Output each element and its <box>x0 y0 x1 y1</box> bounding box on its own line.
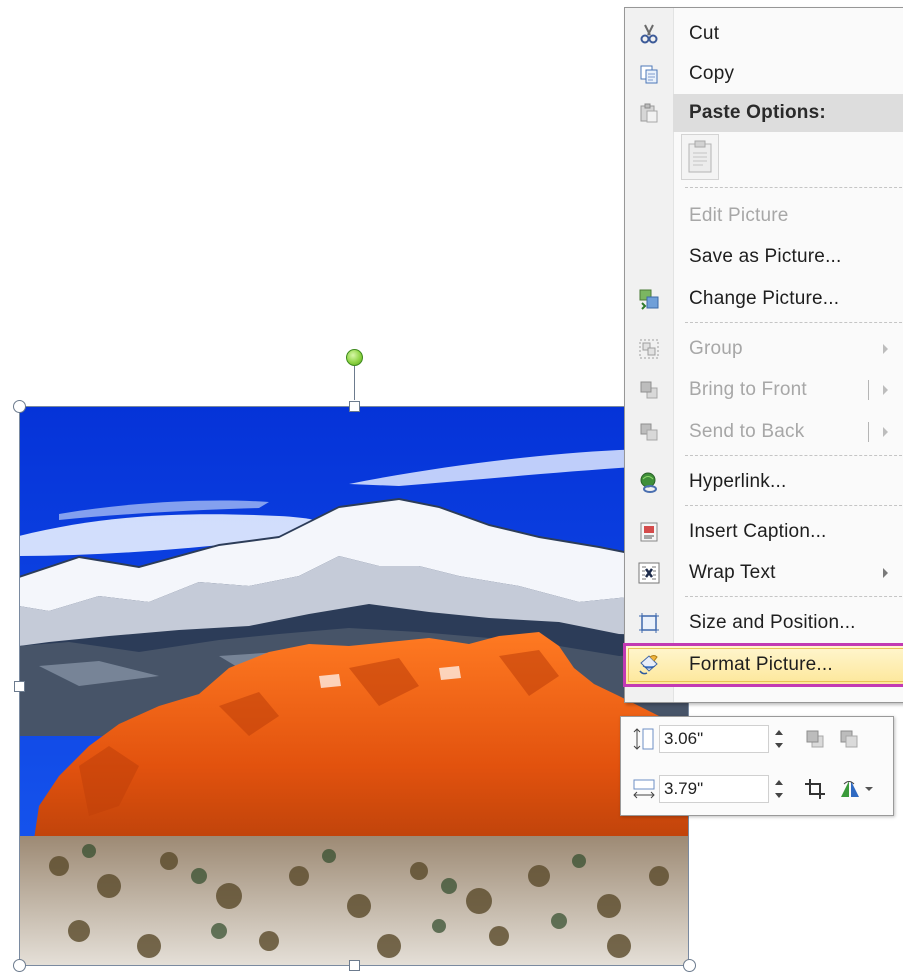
shape-width-input[interactable] <box>659 775 769 803</box>
menu-item-label: Send to Back <box>689 421 805 442</box>
paste-keep-format-button[interactable] <box>681 134 719 180</box>
menu-separator <box>685 596 903 597</box>
split-divider <box>868 380 869 400</box>
menu-item-copy[interactable]: Copy <box>625 54 903 94</box>
shape-width-icon <box>631 777 657 801</box>
crop-button[interactable] <box>801 775 829 803</box>
hyperlink-icon <box>637 470 661 494</box>
menu-item-wrap-text[interactable]: Wrap Text <box>625 553 903 593</box>
menu-item-edit-picture[interactable]: Edit Picture <box>625 196 903 236</box>
selected-picture[interactable] <box>19 406 689 966</box>
insert-caption-icon <box>637 520 661 544</box>
menu-item-label: Group <box>689 338 743 359</box>
paste-icon <box>637 101 661 125</box>
bring-to-front-icon <box>637 378 661 402</box>
menu-item-label: Cut <box>689 23 720 44</box>
menu-item-size-and-position[interactable]: Size and Position... <box>625 603 903 643</box>
menu-item-label: Format Picture... <box>689 654 833 675</box>
shape-height-control <box>631 721 795 757</box>
resize-handle-bottom-left[interactable] <box>13 959 26 972</box>
menu-item-send-to-back[interactable]: Send to Back <box>625 412 903 452</box>
menu-separator <box>685 455 903 456</box>
menu-item-label: Wrap Text <box>689 562 776 583</box>
dropdown-arrow-icon <box>865 787 873 791</box>
menu-item-change-picture[interactable]: Change Picture... <box>625 279 903 319</box>
send-to-back-icon <box>637 420 661 444</box>
menu-header-paste-options: Paste Options: <box>625 94 903 132</box>
shape-height-icon <box>631 727 657 751</box>
send-backward-button[interactable] <box>835 725 863 753</box>
size-position-icon <box>637 611 661 635</box>
format-picture-icon <box>637 653 661 677</box>
group-icon <box>637 337 661 361</box>
menu-item-hyperlink[interactable]: Hyperlink... <box>625 462 903 502</box>
menu-item-label: Insert Caption... <box>689 521 827 542</box>
shape-width-spinner[interactable] <box>773 776 785 802</box>
split-divider <box>868 422 869 442</box>
menu-separator <box>685 322 903 323</box>
paste-clipboard-icon <box>688 140 712 173</box>
context-menu: Cut Copy Paste Options: Edit Picture Sav… <box>623 7 903 703</box>
send-backward-icon <box>840 730 858 748</box>
menu-item-label: Change Picture... <box>689 288 840 309</box>
resize-handle-bottom[interactable] <box>349 960 360 971</box>
menu-item-label: Hyperlink... <box>689 471 787 492</box>
mini-toolbar <box>620 716 894 816</box>
rotate-handle-stem <box>354 366 355 400</box>
submenu-arrow-icon <box>883 568 888 578</box>
crop-icon <box>805 779 825 799</box>
resize-handle-top[interactable] <box>349 401 360 412</box>
bring-forward-button[interactable] <box>801 725 829 753</box>
menu-item-bring-to-front[interactable]: Bring to Front <box>625 370 903 410</box>
menu-item-label: Edit Picture <box>689 205 789 226</box>
resize-handle-left[interactable] <box>14 681 25 692</box>
menu-item-label: Copy <box>689 63 735 84</box>
menu-header-label: Paste Options: <box>689 102 826 123</box>
menu-separator <box>685 505 903 506</box>
menu-item-insert-caption[interactable]: Insert Caption... <box>625 512 903 552</box>
landscape-image <box>19 406 689 966</box>
menu-item-cut[interactable]: Cut <box>625 14 903 54</box>
menu-item-label: Bring to Front <box>689 379 807 400</box>
shape-height-input[interactable] <box>659 725 769 753</box>
rotate-icon <box>841 781 859 797</box>
paste-options-header-bar: Paste Options: <box>673 94 903 132</box>
rotate-handle[interactable] <box>346 349 363 366</box>
shape-width-control <box>631 771 795 807</box>
menu-separator <box>685 187 903 188</box>
shape-height-spinner[interactable] <box>773 726 785 752</box>
wrap-text-icon <box>637 561 661 585</box>
menu-item-group[interactable]: Group <box>625 329 903 369</box>
bring-forward-icon <box>806 730 824 748</box>
menu-item-label: Size and Position... <box>689 612 856 633</box>
resize-handle-bottom-right[interactable] <box>683 959 696 972</box>
change-picture-icon <box>637 287 661 311</box>
resize-handle-top-left[interactable] <box>13 400 26 413</box>
menu-item-label: Save as Picture... <box>689 246 842 267</box>
rotate-objects-button[interactable] <box>831 775 873 803</box>
menu-item-format-picture[interactable]: Format Picture... <box>623 643 903 687</box>
submenu-arrow-icon <box>883 385 888 395</box>
submenu-arrow-icon <box>883 344 888 354</box>
submenu-arrow-icon <box>883 427 888 437</box>
menu-item-save-as-picture[interactable]: Save as Picture... <box>625 237 903 277</box>
scissors-icon <box>637 22 661 46</box>
copy-icon <box>637 62 661 86</box>
